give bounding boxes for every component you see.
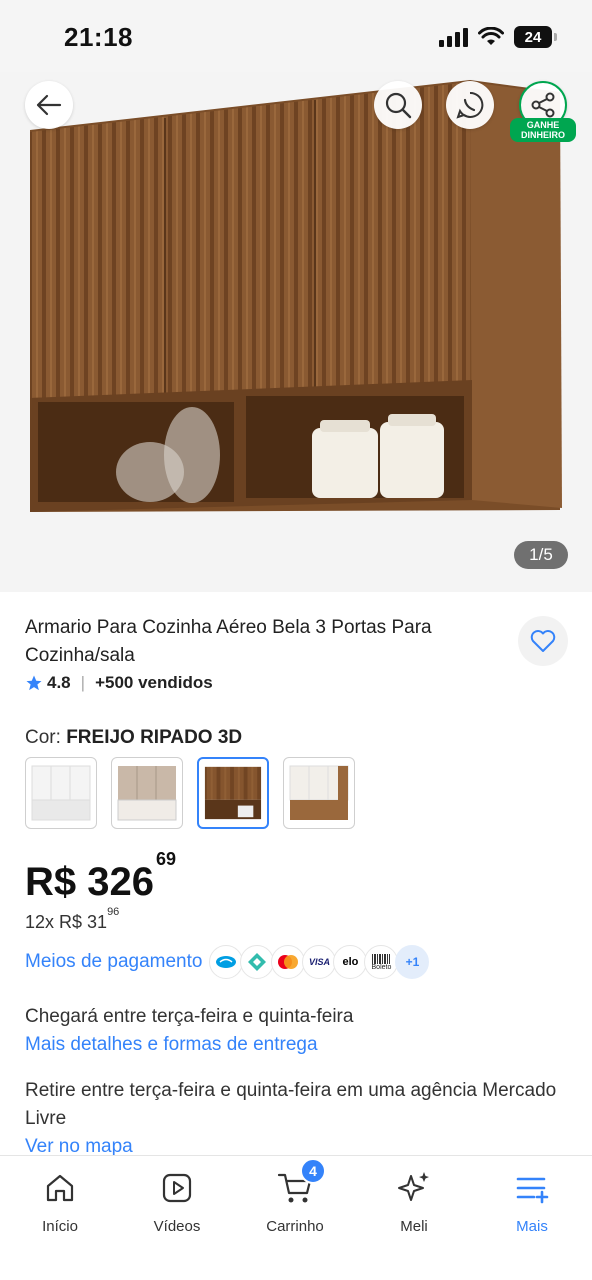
installments: 12x R$ 3196: [25, 906, 119, 933]
swatch-freijo-ripado[interactable]: [197, 757, 269, 829]
earn-money-badge[interactable]: GANHE DINHEIRO: [510, 118, 576, 142]
nav-label-meli: Meli: [400, 1218, 428, 1235]
status-bar: 21:18 24: [0, 0, 592, 72]
payment-methods-link[interactable]: Meios de pagamento: [25, 951, 202, 973]
search-icon: [385, 92, 412, 119]
battery-level: 24: [524, 28, 542, 46]
nav-item-meli[interactable]: Meli: [364, 1168, 464, 1235]
swatch-beige[interactable]: [111, 757, 183, 829]
rating-row[interactable]: 4.8 | +500 vendidos: [25, 673, 213, 693]
boleto-label: Boleto: [371, 963, 392, 971]
swatch-white-wood[interactable]: [283, 757, 355, 829]
delivery-text: Chegará entre terça-feira e quinta-feira: [25, 1006, 354, 1027]
boleto-icon: Boleto: [364, 945, 399, 979]
pickup-text: Retire entre terça-feira e quinta-feira …: [25, 1080, 557, 1129]
rating-value: 4.8: [47, 673, 71, 692]
installments-cents: 96: [107, 906, 120, 918]
cart-count-badge: 4: [300, 1158, 326, 1184]
bottom-navigation: Início Vídeos 4 Carrinho Meli Mais: [0, 1155, 592, 1280]
color-label-prefix: Cor:: [25, 727, 61, 748]
nav-item-videos[interactable]: Vídeos: [127, 1168, 227, 1235]
signal-icon: [439, 27, 468, 47]
nav-label-mais: Mais: [516, 1218, 548, 1235]
video-icon: [162, 1173, 192, 1203]
sparkle-icon: [398, 1172, 429, 1201]
color-swatches: [25, 757, 355, 829]
nav-item-carrinho[interactable]: 4 Carrinho: [245, 1158, 345, 1235]
product-title: Armario Para Cozinha Aéreo Bela 3 Portas…: [25, 617, 432, 666]
delivery-details-link[interactable]: Mais detalhes e formas de entrega: [25, 1031, 353, 1059]
arrow-left-icon: [36, 94, 62, 116]
nav-label-carrinho: Carrinho: [266, 1218, 324, 1235]
price-cents: 69: [155, 848, 177, 869]
price: R$ 32669: [25, 849, 176, 905]
nav-label-inicio: Início: [42, 1218, 78, 1235]
elo-icon: elo: [333, 945, 368, 979]
installments-text: 12x R$ 31: [25, 912, 108, 932]
more-payments-badge[interactable]: +1: [395, 945, 430, 979]
mercadopago-icon: [209, 945, 244, 979]
rating-separator: |: [80, 673, 86, 692]
search-button[interactable]: [374, 81, 422, 129]
home-icon: [46, 1174, 74, 1202]
back-button[interactable]: [25, 81, 73, 129]
product-image: [30, 80, 562, 512]
sold-count: +500 vendidos: [95, 673, 213, 692]
image-page-indicator: 1/5: [514, 541, 568, 569]
whatsapp-icon: [456, 91, 484, 119]
nav-label-videos: Vídeos: [153, 1218, 201, 1235]
product-image-gallery[interactable]: GANHE DINHEIRO 1/5: [0, 0, 592, 592]
visa-icon: VISA: [302, 945, 337, 979]
color-label: Cor: FREIJO RIPADO 3D: [25, 727, 242, 749]
wifi-icon: [478, 27, 504, 45]
payment-methods[interactable]: Meios de pagamento VISA elo Boleto +1: [25, 945, 430, 979]
mastercard-icon: [271, 945, 306, 979]
status-icons: 24: [439, 26, 557, 48]
nav-item-inicio[interactable]: Início: [10, 1168, 110, 1235]
share-icon: [531, 92, 555, 118]
delivery-info: Chegará entre terça-feira e quinta-feira…: [25, 1003, 353, 1059]
star-icon: [26, 675, 42, 691]
favorite-button[interactable]: [518, 616, 568, 666]
color-value: FREIJO RIPADO 3D: [66, 727, 243, 748]
whatsapp-share-button[interactable]: [446, 81, 494, 129]
swatch-white[interactable]: [25, 757, 97, 829]
battery-icon: 24: [514, 26, 557, 48]
pix-icon: [240, 945, 275, 979]
pickup-info: Retire entre terça-feira e quinta-feira …: [25, 1077, 565, 1161]
price-main: R$ 326: [25, 860, 154, 904]
status-time: 21:18: [64, 22, 133, 52]
heart-icon: [530, 630, 556, 652]
nav-item-mais[interactable]: Mais: [482, 1168, 582, 1235]
menu-plus-icon: [516, 1177, 549, 1204]
